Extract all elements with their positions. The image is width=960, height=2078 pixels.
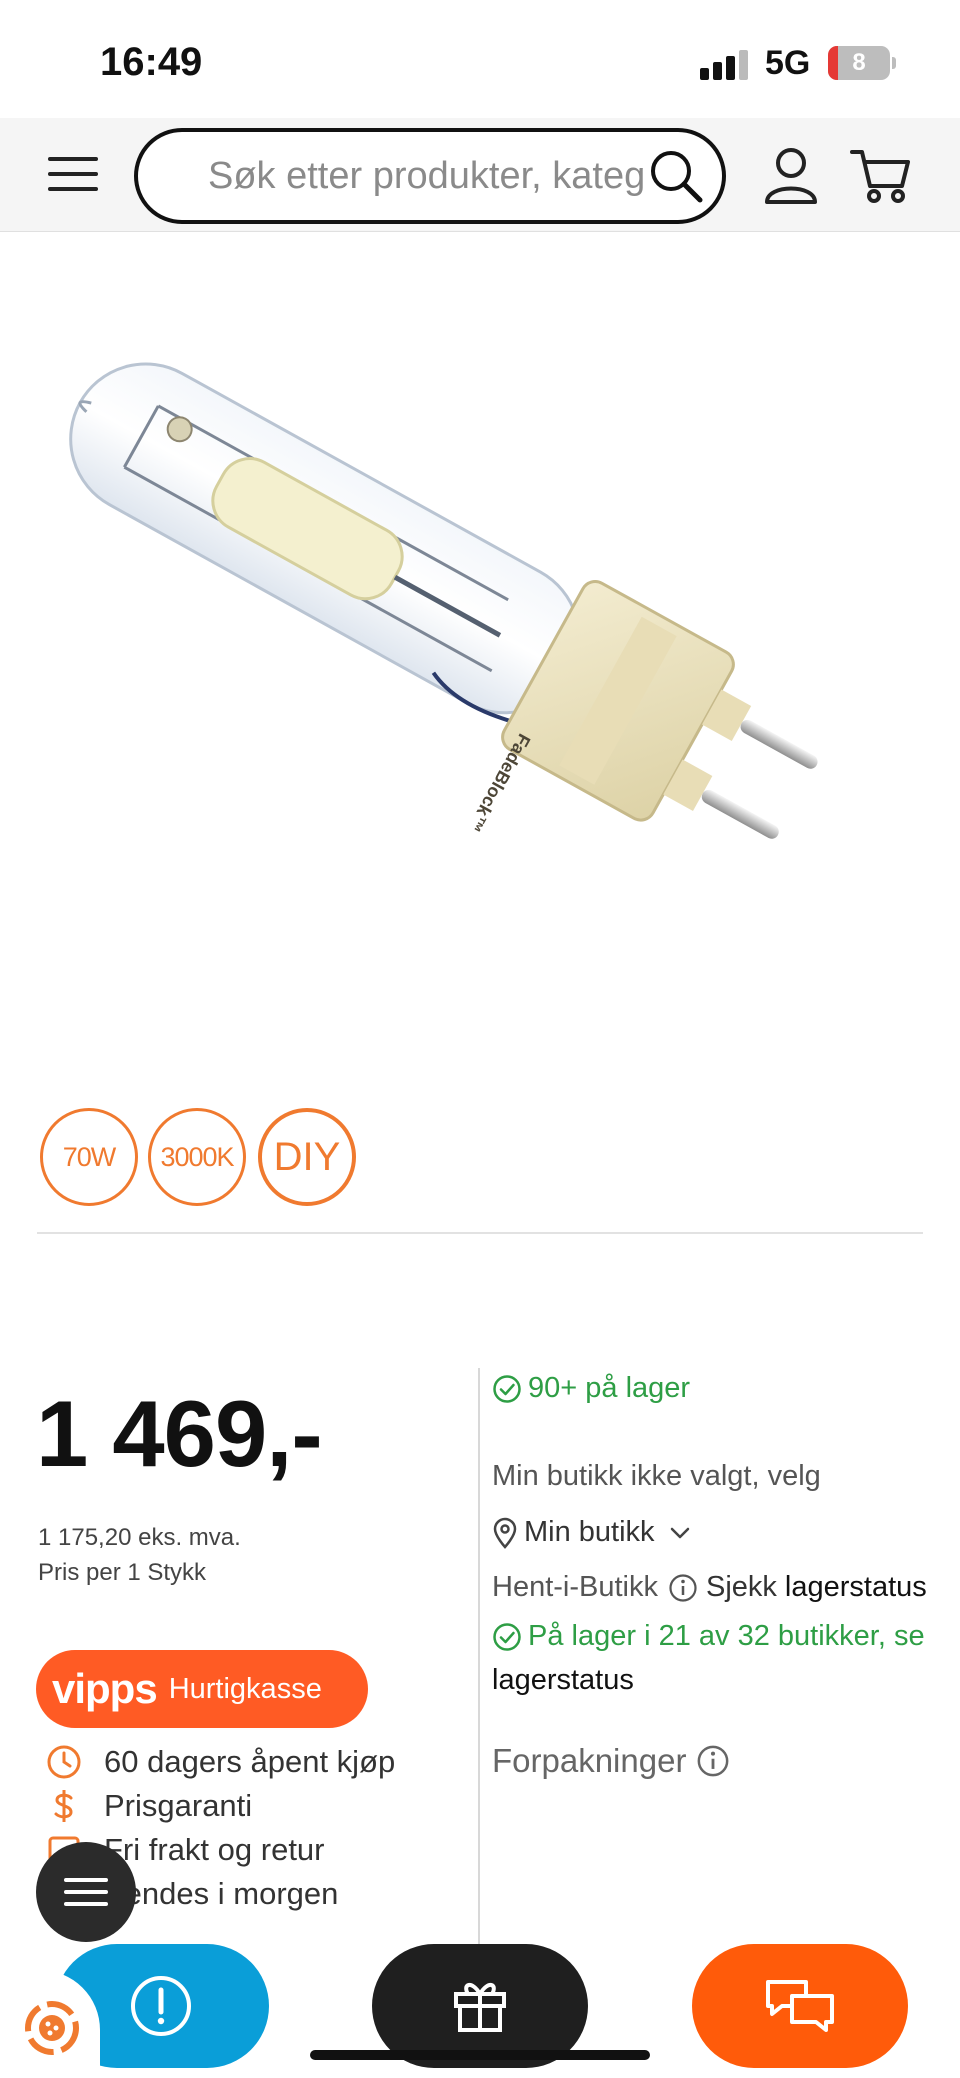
my-store-selector[interactable]: Min butikk (492, 1516, 691, 1549)
vipps-logo: vipps (52, 1665, 158, 1712)
usp-item: 60 dagers åpent kjøp (44, 1740, 444, 1784)
vipps-checkout-button[interactable]: vipps Hurtigkasse (36, 1650, 368, 1728)
check-circle-icon (493, 1622, 521, 1651)
usp-text: 60 dagers åpent kjøp (104, 1744, 396, 1779)
cart-icon[interactable] (850, 146, 912, 204)
search-bar[interactable] (134, 128, 726, 224)
column-divider (478, 1368, 480, 1950)
battery-icon: 8 (828, 46, 896, 80)
badge-color-temperature: 3000K (148, 1108, 246, 1206)
location-pin-icon (493, 1517, 517, 1549)
pickup-label: Hent-i-Butikk (492, 1571, 658, 1603)
status-bar: 16:49 5G 8 (0, 0, 960, 118)
online-stock-status: 90+ på lager (492, 1372, 690, 1405)
product-price: 1 469,- (36, 1381, 323, 1486)
store-not-selected-text: Min butikk ikke valgt, velg (492, 1460, 821, 1492)
section-divider (37, 1232, 923, 1234)
chevron-down-icon (670, 1527, 689, 1538)
status-time: 16:49 (100, 40, 203, 84)
pickup-stock-link[interactable]: lagerstatus (785, 1571, 927, 1604)
bottom-action-bar (0, 1940, 960, 2078)
clock-icon (47, 1745, 81, 1779)
store-stock-status: På lager i 21 av 32 butikker, se (492, 1620, 925, 1653)
site-header (0, 118, 960, 232)
check-circle-icon (493, 1374, 521, 1403)
chat-icon (766, 1980, 834, 2032)
pickup-check-text: Sjekk (706, 1571, 777, 1603)
user-icon[interactable] (763, 146, 819, 204)
battery-level: 8 (852, 49, 866, 76)
usp-text: Prisgaranti (104, 1788, 253, 1823)
online-stock-text: 90+ på lager (528, 1372, 691, 1404)
store-stock-text: På lager i 21 av 32 butikker, se (528, 1620, 925, 1652)
chat-button[interactable] (692, 1944, 908, 2068)
menu-icon[interactable] (48, 153, 98, 195)
signal-icon (700, 48, 752, 80)
price-ex-vat: 1 175,20 eks. mva. (38, 1524, 241, 1551)
packaging-label: Forpakninger (492, 1742, 687, 1779)
floating-menu-button[interactable] (36, 1842, 136, 1942)
badge-wattage: 70W (40, 1108, 138, 1206)
search-icon[interactable] (648, 148, 704, 204)
pickup-in-store-row: Hent-i-Butikk Sjekk lagerstatus (492, 1571, 927, 1604)
search-input[interactable] (208, 150, 648, 202)
info-icon[interactable] (696, 1744, 730, 1778)
dollar-icon (54, 1790, 73, 1822)
info-icon[interactable] (668, 1573, 698, 1603)
cookie-icon[interactable] (16, 1992, 88, 2064)
my-store-label: Min butikk (524, 1516, 655, 1548)
price-per-unit: Pris per 1 Stykk (38, 1559, 207, 1586)
usp-text: Sendes i morgen (104, 1876, 339, 1911)
exclamation-icon (131, 1976, 191, 2036)
badge-diy: DIY (258, 1108, 356, 1206)
store-stock-link[interactable]: lagerstatus (492, 1664, 634, 1697)
packaging-section: Forpakninger (492, 1742, 738, 1780)
gift-icon (454, 1983, 506, 2032)
network-type: 5G (765, 44, 811, 82)
usp-text: Fri frakt og retur (104, 1832, 325, 1867)
vipps-label: Hurtigkasse (168, 1672, 322, 1705)
svg-text:FadeBlock™: FadeBlock™ (464, 730, 534, 835)
product-image[interactable]: FadeBlock™ (30, 350, 930, 910)
home-indicator (310, 2050, 650, 2060)
usp-item: Prisgaranti (44, 1784, 444, 1828)
